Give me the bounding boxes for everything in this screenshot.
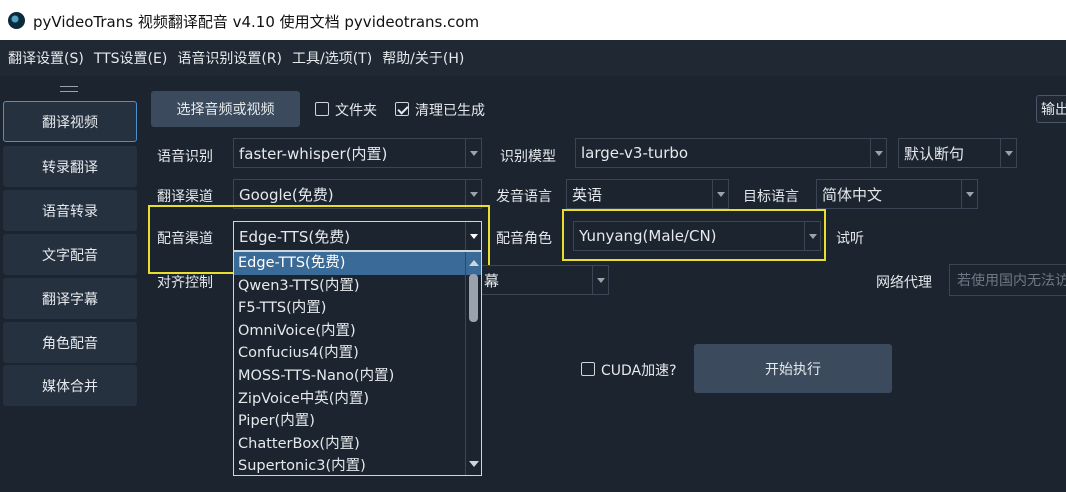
menu-tts-settings[interactable]: TTS设置(E) xyxy=(94,48,168,68)
menu-help[interactable]: 帮助/关于(H) xyxy=(382,48,464,68)
sidebar-handle-icon[interactable] xyxy=(60,86,78,92)
dropdown-option[interactable]: MOSS-TTS-Nano(内置) xyxy=(234,365,481,388)
chevron-down-icon xyxy=(465,180,481,208)
sidebar-item-translate-subtitle[interactable]: 翻译字幕 xyxy=(3,278,137,319)
window-title: pyVideoTrans 视频翻译配音 v4.10 使用文档 pyvideotr… xyxy=(33,13,480,31)
listen-button[interactable]: 试听 xyxy=(836,228,864,248)
sidebar-item-text-dubbing[interactable]: 文字配音 xyxy=(3,234,137,275)
proxy-input[interactable]: 若使用国内无法访 xyxy=(949,264,1066,296)
folder-checkbox-label: 文件夹 xyxy=(335,103,377,119)
folder-checkbox[interactable] xyxy=(315,102,329,116)
asr-select-value: faster-whisper(内置) xyxy=(239,144,388,163)
clear-generated-label: 清理已生成 xyxy=(415,103,485,119)
chevron-down-icon xyxy=(1000,139,1016,167)
sidebar-item-transcribe-translate[interactable]: 转录翻译 xyxy=(3,146,137,187)
asr-select[interactable]: faster-whisper(内置) xyxy=(233,138,482,168)
dub-channel-dropdown: Edge-TTS(免费) Qwen3-TTS(内置) F5-TTS(内置) Om… xyxy=(233,251,482,476)
scroll-thumb[interactable] xyxy=(469,274,478,322)
align-control-label: 对齐控制 xyxy=(157,275,213,291)
menu-tools[interactable]: 工具/选项(T) xyxy=(292,48,372,68)
app-logo-icon xyxy=(8,12,25,29)
output-button[interactable]: 输出 xyxy=(1036,95,1066,123)
scroll-down-icon[interactable] xyxy=(469,461,479,467)
sidebar-item-role-dubbing[interactable]: 角色配音 xyxy=(3,322,137,363)
scroll-up-icon[interactable] xyxy=(469,260,479,266)
source-language-value: 英语 xyxy=(572,185,603,204)
dropdown-option[interactable]: ZipVoice中英(内置) xyxy=(234,388,481,411)
dropdown-option[interactable]: OmniVoice(内置) xyxy=(234,320,481,343)
subtitle-select[interactable]: 幕 xyxy=(478,265,609,295)
dub-role-label: 配音角色 xyxy=(496,231,552,247)
start-button[interactable]: 开始执行 xyxy=(694,344,892,393)
dropdown-option[interactable]: Piper(内置) xyxy=(234,410,481,433)
proxy-label: 网络代理 xyxy=(876,275,932,291)
model-label: 识别模型 xyxy=(500,149,556,165)
sidebar-item-speech-transcribe[interactable]: 语音转录 xyxy=(3,190,137,231)
source-language-label: 发音语言 xyxy=(496,189,552,205)
dropdown-option[interactable]: Confucius4(内置) xyxy=(234,342,481,365)
dropdown-scrollbar[interactable] xyxy=(465,252,481,475)
source-language-select[interactable]: 英语 xyxy=(566,179,729,209)
cuda-checkbox[interactable] xyxy=(581,362,595,376)
cuda-label: CUDA加速? xyxy=(601,363,677,379)
asr-label: 语音识别 xyxy=(157,149,213,165)
subtitle-select-value: 幕 xyxy=(484,271,500,290)
dropdown-option[interactable]: Supertonic3(内置) xyxy=(234,455,481,478)
clear-generated-checkbox[interactable] xyxy=(395,102,409,116)
sidebar: 翻译视频 转录翻译 语音转录 文字配音 翻译字幕 角色配音 媒体合并 xyxy=(0,76,140,492)
dropdown-option[interactable]: F5-TTS(内置) xyxy=(234,297,481,320)
menu-asr-settings[interactable]: 语音识别设置(R) xyxy=(177,48,282,68)
dropdown-option[interactable]: Edge-TTS(免费) xyxy=(234,252,481,275)
target-language-value: 简体中文 xyxy=(822,185,883,204)
dropdown-option[interactable]: ChatterBox(内置) xyxy=(234,433,481,456)
title-bar: pyVideoTrans 视频翻译配音 v4.10 使用文档 pyvideotr… xyxy=(0,0,1066,40)
chevron-down-icon xyxy=(592,266,608,294)
chevron-down-icon xyxy=(465,139,481,167)
chevron-down-icon xyxy=(870,139,886,167)
dropdown-option[interactable]: Qwen3-TTS(内置) xyxy=(234,275,481,298)
translate-channel-value: Google(免费) xyxy=(239,185,334,204)
chevron-down-icon xyxy=(712,180,728,208)
translate-channel-label: 翻译渠道 xyxy=(157,189,213,205)
sidebar-item-media-merge[interactable]: 媒体合并 xyxy=(3,365,137,406)
menu-translate-settings[interactable]: 翻译设置(S) xyxy=(8,48,84,68)
target-language-select[interactable]: 简体中文 xyxy=(816,179,978,209)
target-language-label: 目标语言 xyxy=(743,189,799,205)
model-select-value: large-v3-turbo xyxy=(581,144,689,162)
chevron-down-icon xyxy=(961,180,977,208)
split-select[interactable]: 默认断句 xyxy=(898,138,1017,168)
sidebar-item-translate-video[interactable]: 翻译视频 xyxy=(3,101,137,142)
model-select[interactable]: large-v3-turbo xyxy=(575,138,887,168)
select-media-button[interactable]: 选择音频或视频 xyxy=(151,91,300,127)
menu-bar: 翻译设置(S) TTS设置(E) 语音识别设置(R) 工具/选项(T) 帮助/关… xyxy=(0,40,1066,76)
split-select-value: 默认断句 xyxy=(904,144,965,163)
dub-role-highlight xyxy=(562,209,826,261)
